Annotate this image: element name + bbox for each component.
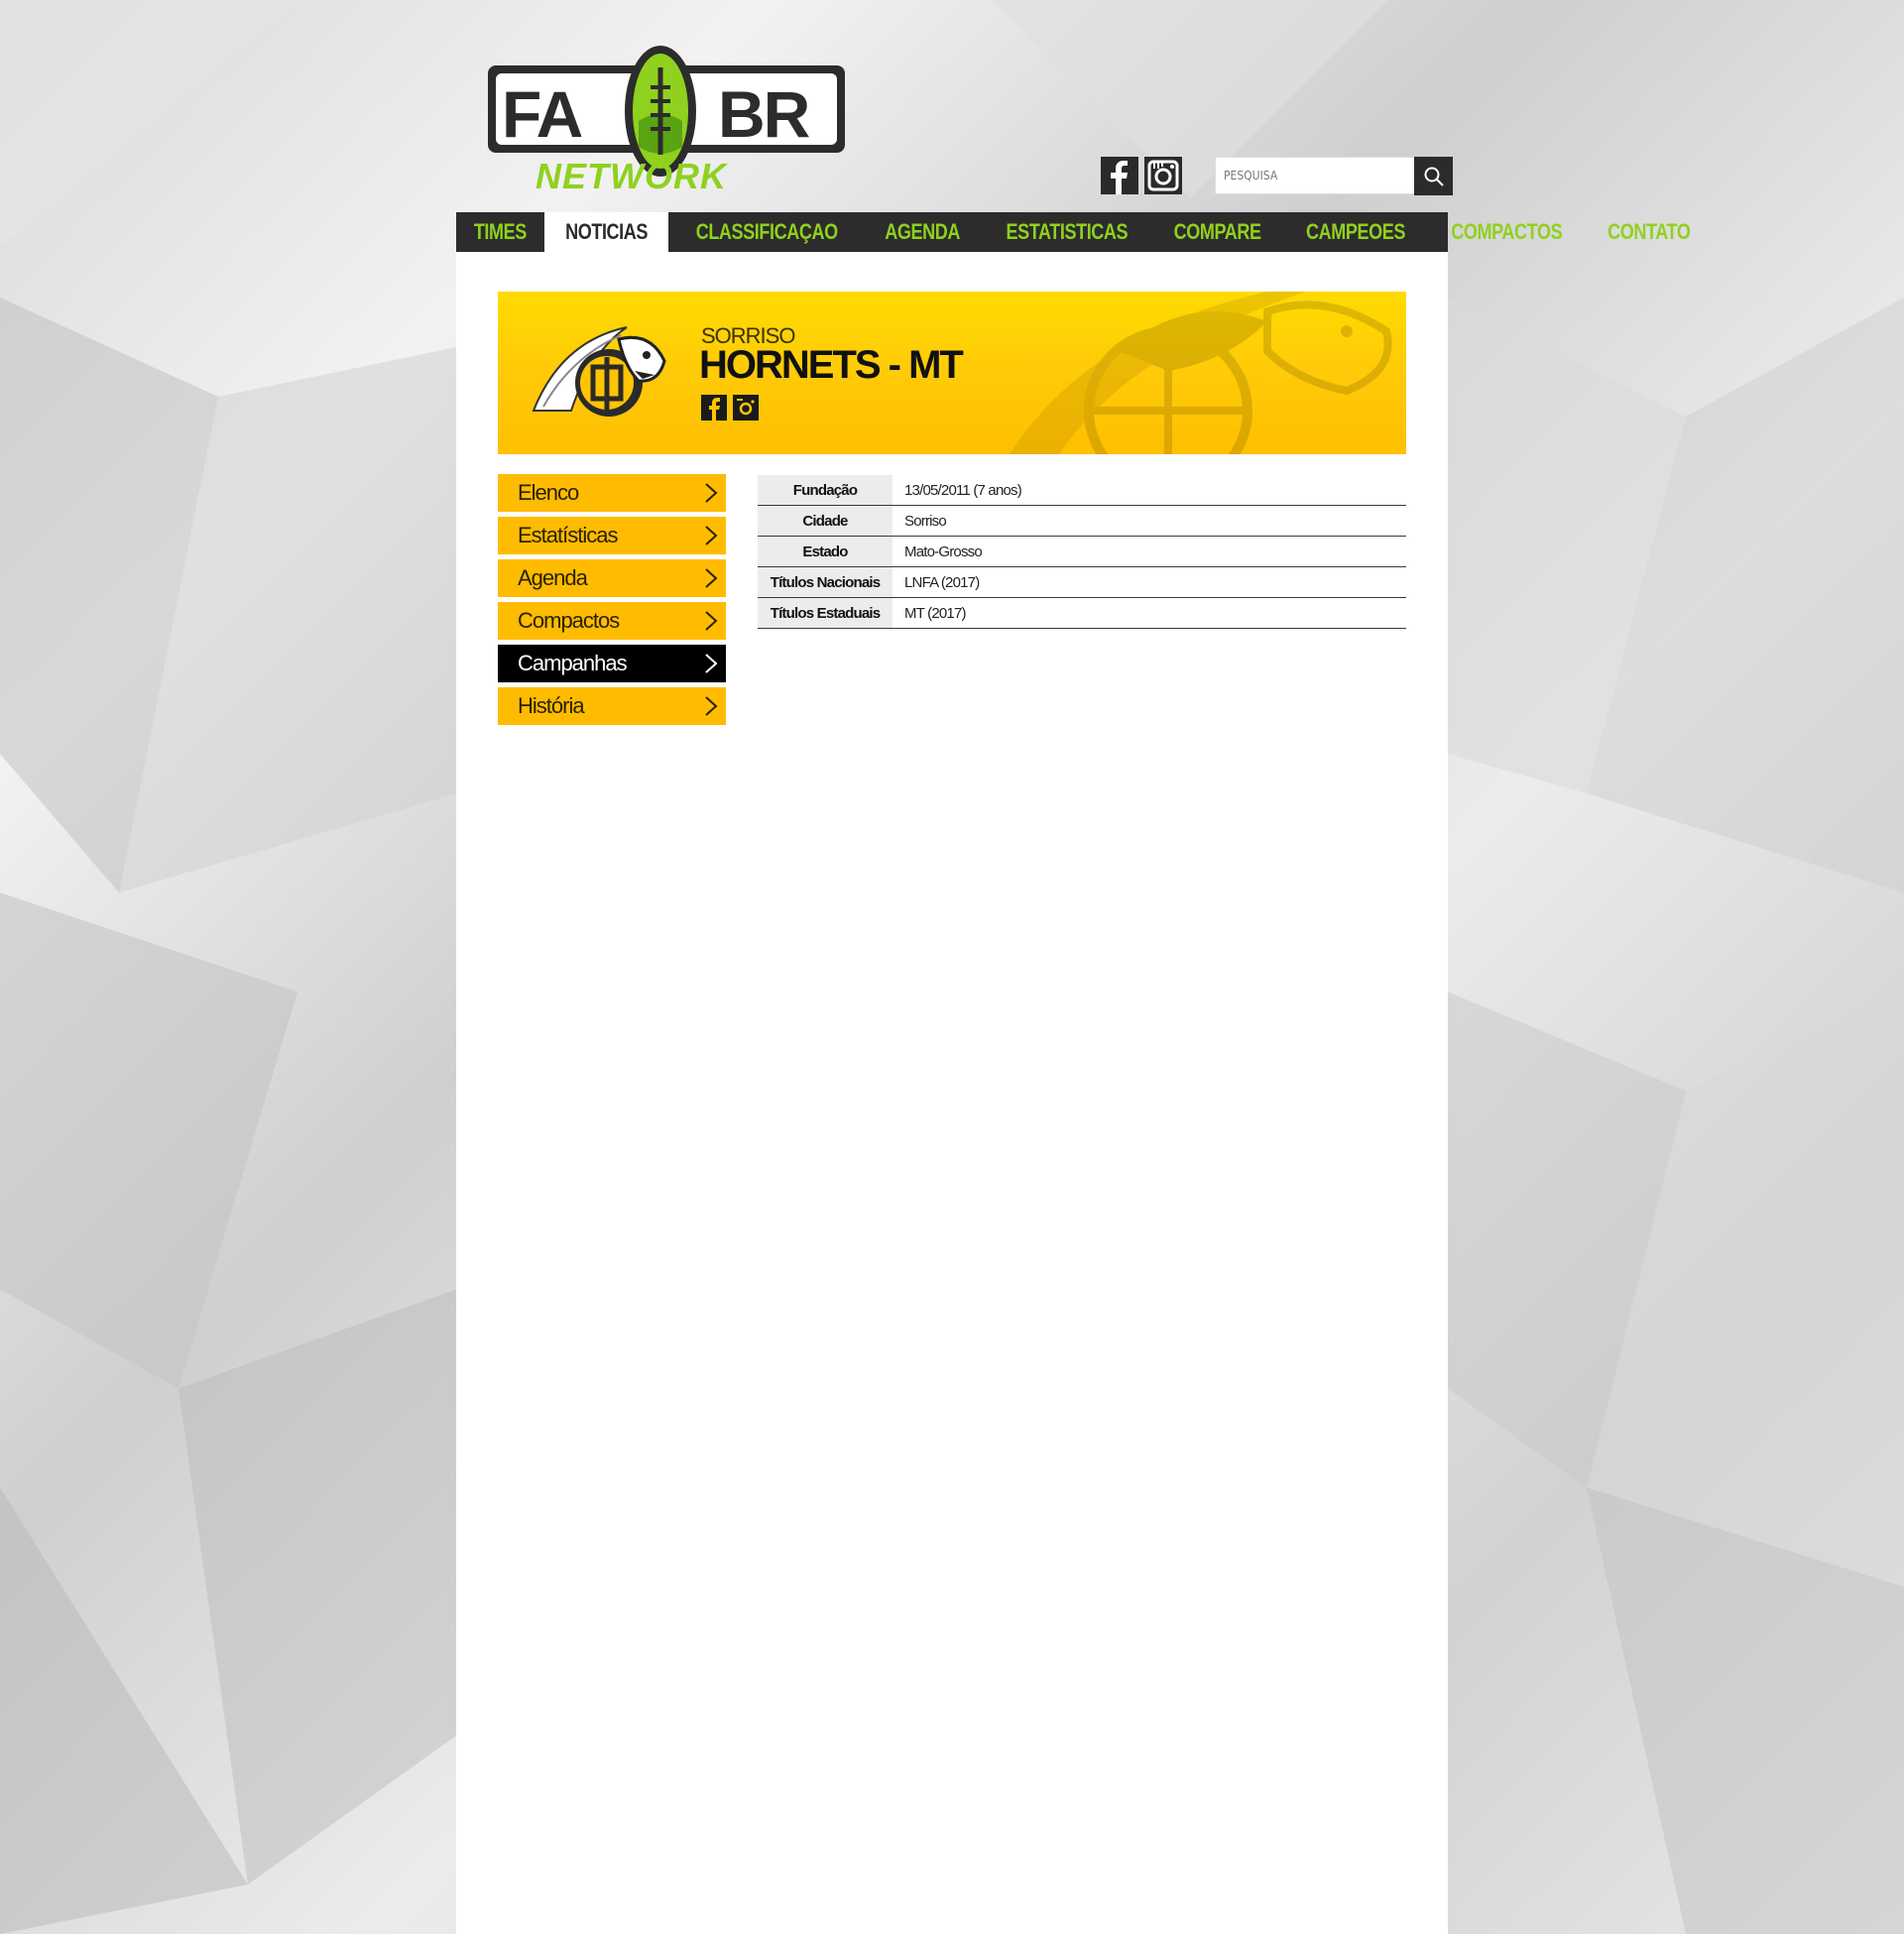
nav-contato[interactable]: CONTATO — [1587, 212, 1712, 252]
header-social-links — [1101, 157, 1182, 194]
instagram-icon[interactable] — [1144, 157, 1182, 194]
team-sidebar-menu: Elenco Estatísticas Agenda Compactos Cam… — [498, 474, 726, 730]
facebook-icon[interactable] — [1101, 157, 1138, 194]
chevron-right-icon — [705, 654, 718, 673]
chevron-right-icon — [705, 611, 718, 631]
logo-text-br: BR — [718, 77, 810, 151]
hornets-team-logo — [532, 326, 666, 417]
sidebar-item-label: Elenco — [518, 480, 579, 505]
sidebar-item-label: Estatísticas — [518, 523, 618, 547]
search-bar — [1215, 157, 1453, 195]
chevron-right-icon — [705, 483, 718, 503]
nav-noticias[interactable]: NOTICIAS — [543, 212, 668, 252]
nav-label: TIMES — [473, 219, 527, 244]
nav-label: COMPACTOS — [1451, 219, 1563, 244]
nav-label: CONTATO — [1607, 219, 1691, 244]
sidebar-item-label: Campanhas — [518, 651, 628, 675]
nav-compare[interactable]: COMPARE — [1152, 212, 1282, 252]
sidebar-item-label: História — [518, 693, 585, 718]
sidebar-item-label: Agenda — [518, 565, 588, 590]
info-key: Cidade — [758, 505, 892, 537]
main-nav: TIMES NOTICIAS CLASSIFICAÇAO AGENDA ESTA… — [456, 212, 1691, 252]
info-key: Fundação — [758, 475, 892, 506]
info-value: Mato-Grosso — [892, 536, 1406, 567]
nav-label: COMPARE — [1173, 219, 1261, 244]
team-name: HORNETS - MT — [699, 343, 964, 387]
table-row: Cidade Sorriso — [758, 505, 1406, 537]
info-value: Sorriso — [892, 505, 1406, 537]
nav-label: CLASSIFICAÇAO — [695, 219, 838, 244]
info-value: 13/05/2011 (7 anos) — [892, 475, 1406, 506]
sidebar-item-estatisticas[interactable]: Estatísticas — [498, 517, 726, 554]
table-row: Títulos Estaduais MT (2017) — [758, 597, 1406, 629]
fabr-network-logo[interactable]: FA BR NETWORK — [482, 38, 849, 196]
table-row: Estado Mato-Grosso — [758, 536, 1406, 567]
sidebar-item-elenco[interactable]: Elenco — [498, 474, 726, 512]
logo-text-fa: FA — [502, 77, 582, 151]
nav-campeoes[interactable]: CAMPEOES — [1283, 212, 1428, 252]
table-row: Fundação 13/05/2011 (7 anos) — [758, 475, 1406, 506]
info-key: Títulos Nacionais — [758, 566, 892, 598]
sidebar-item-historia[interactable]: História — [498, 687, 726, 725]
team-facebook-icon[interactable] — [701, 395, 727, 421]
chevron-right-icon — [705, 526, 718, 545]
nav-estatisticas[interactable]: ESTATISTICAS — [981, 212, 1153, 252]
nav-times[interactable]: TIMES — [456, 212, 544, 252]
search-button[interactable] — [1414, 157, 1453, 195]
sidebar-item-agenda[interactable]: Agenda — [498, 559, 726, 597]
logo-text-network: NETWORK — [536, 156, 729, 196]
nav-compactos[interactable]: COMPACTOS — [1427, 212, 1586, 252]
content-panel: SORRISO HORNETS - MT Elenco Estatísticas… — [456, 252, 1448, 1934]
nav-label: CAMPEOES — [1305, 219, 1405, 244]
nav-label: ESTATISTICAS — [1006, 219, 1128, 244]
team-banner: SORRISO HORNETS - MT — [498, 292, 1406, 454]
info-value: MT (2017) — [892, 597, 1406, 629]
info-key: Títulos Estaduais — [758, 597, 892, 629]
sidebar-item-compactos[interactable]: Compactos — [498, 602, 726, 640]
table-row: Títulos Nacionais LNFA (2017) — [758, 566, 1406, 598]
nav-label: AGENDA — [885, 219, 961, 244]
nav-label: NOTICIAS — [564, 219, 648, 244]
info-value: LNFA (2017) — [892, 566, 1406, 598]
team-instagram-icon[interactable] — [733, 395, 759, 421]
search-icon — [1424, 167, 1444, 186]
chevron-right-icon — [705, 568, 718, 588]
chevron-right-icon — [705, 696, 718, 716]
nav-classificacao[interactable]: CLASSIFICAÇAO — [668, 212, 865, 252]
sidebar-item-label: Compactos — [518, 608, 620, 633]
nav-agenda[interactable]: AGENDA — [865, 212, 980, 252]
sidebar-item-campanhas[interactable]: Campanhas — [498, 645, 726, 682]
team-info-table: Fundação 13/05/2011 (7 anos) Cidade Sorr… — [758, 475, 1406, 629]
team-social-links — [701, 395, 759, 421]
info-key: Estado — [758, 536, 892, 567]
hornet-watermark — [1010, 292, 1392, 454]
search-input[interactable] — [1215, 157, 1414, 194]
